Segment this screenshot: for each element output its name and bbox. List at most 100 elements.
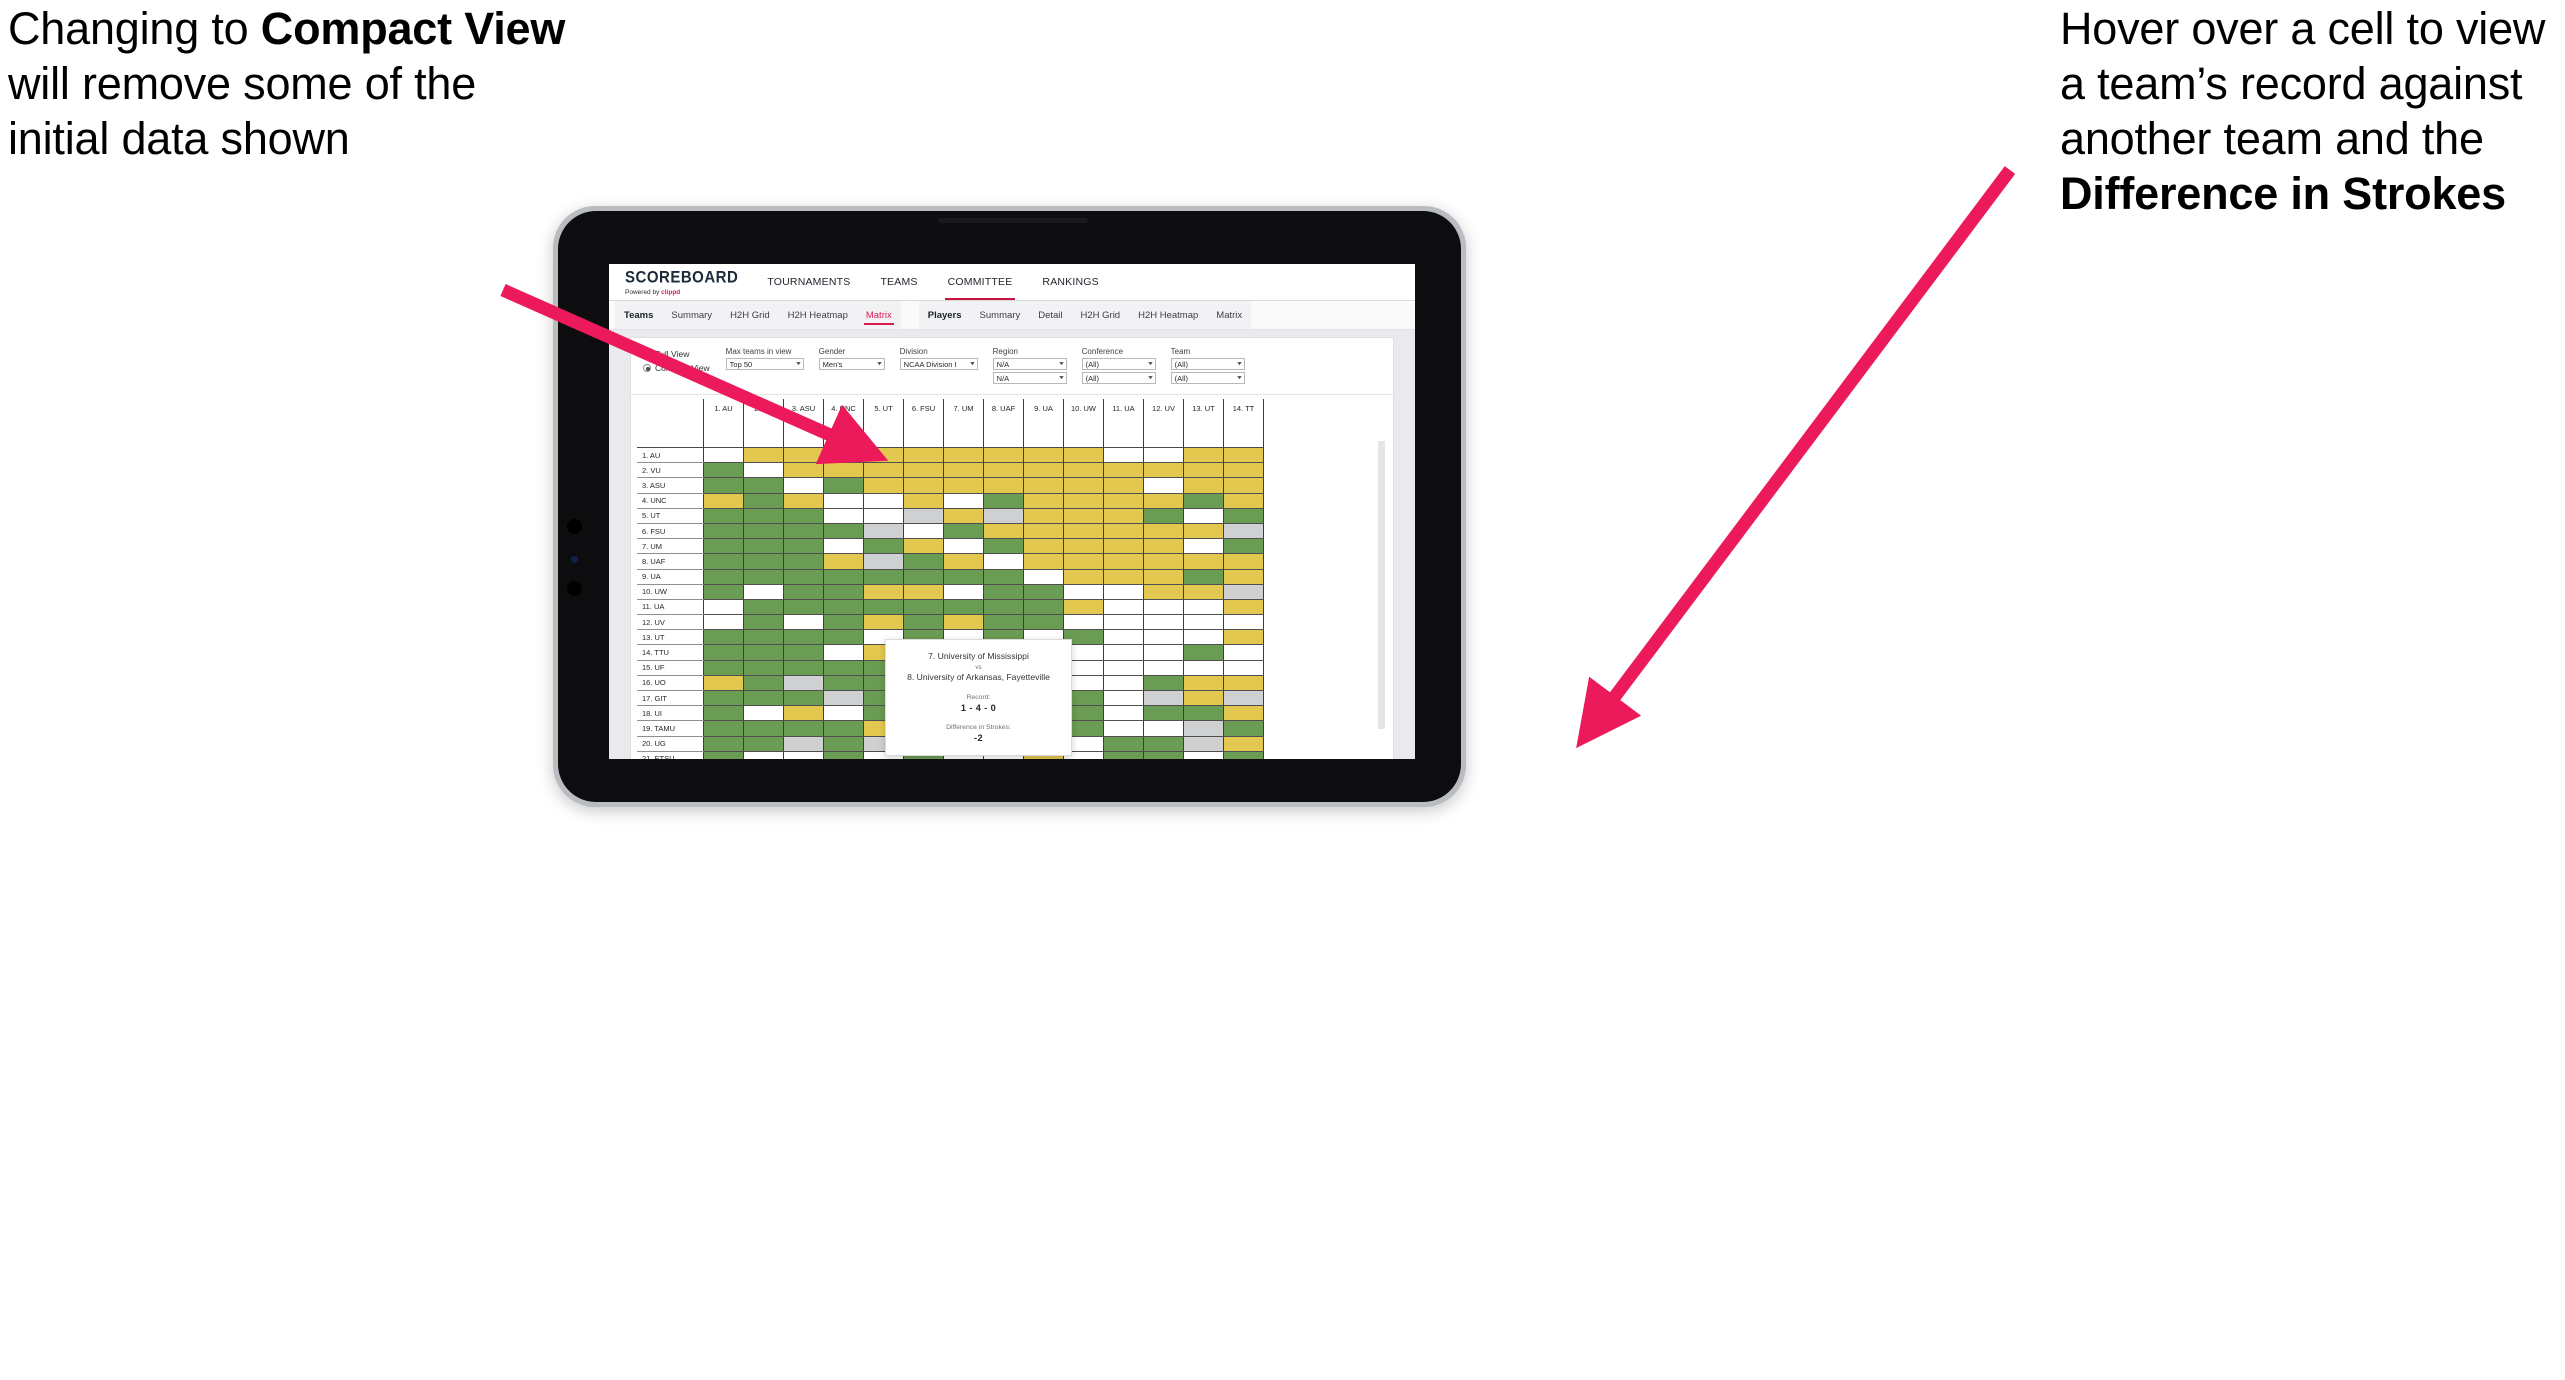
matrix-row-header[interactable]: 20. UG	[637, 736, 704, 752]
matrix-cell[interactable]	[1103, 523, 1144, 540]
matrix-cell[interactable]	[743, 523, 784, 540]
matrix-cell[interactable]	[1103, 599, 1144, 616]
matrix-column-header[interactable]: 11. UA	[1103, 399, 1144, 448]
matrix-cell[interactable]	[1143, 660, 1184, 676]
matrix-cell[interactable]	[743, 599, 784, 616]
matrix-cell[interactable]	[1143, 493, 1184, 509]
matrix-cell[interactable]	[1023, 569, 1064, 585]
matrix-cell[interactable]	[823, 447, 864, 464]
filter-select[interactable]: (All) ▼	[1170, 372, 1245, 384]
matrix-cell[interactable]	[863, 447, 904, 464]
matrix-cell[interactable]	[1223, 751, 1264, 759]
matrix-cell[interactable]	[743, 569, 784, 585]
matrix-cell[interactable]	[743, 614, 784, 631]
matrix-cell[interactable]	[743, 644, 784, 661]
filter-select[interactable]: (All) ▼	[1081, 372, 1156, 384]
tablet-button-bottom[interactable]	[567, 581, 582, 596]
matrix-cell[interactable]	[823, 751, 864, 759]
matrix-cell[interactable]	[903, 538, 944, 555]
matrix-cell[interactable]	[823, 629, 864, 646]
matrix-cell[interactable]	[1223, 523, 1264, 540]
matrix-cell[interactable]	[703, 508, 744, 524]
matrix-cell[interactable]	[1223, 736, 1264, 752]
matrix-cell[interactable]	[983, 569, 1024, 585]
matrix-cell[interactable]	[1223, 508, 1264, 524]
matrix-column-header[interactable]: 4. UNC	[823, 399, 864, 448]
matrix-column-header[interactable]: 10. UW	[1063, 399, 1104, 448]
matrix-vertical-scrollbar[interactable]	[1378, 441, 1385, 729]
matrix-cell[interactable]	[823, 736, 864, 752]
matrix-row-header[interactable]: 17. GIT	[637, 690, 704, 707]
matrix-cell[interactable]	[983, 538, 1024, 555]
matrix-cell[interactable]	[983, 584, 1024, 600]
matrix-cell[interactable]	[1063, 569, 1104, 585]
matrix-cell[interactable]	[783, 690, 824, 707]
matrix-cell[interactable]	[783, 447, 824, 464]
matrix-cell[interactable]	[1183, 508, 1224, 524]
matrix-cell[interactable]	[1223, 569, 1264, 585]
matrix-row-header[interactable]: 9. UA	[637, 569, 704, 585]
matrix-cell[interactable]	[823, 644, 864, 661]
matrix-cell[interactable]	[1023, 447, 1064, 464]
matrix-cell[interactable]	[1023, 538, 1064, 555]
matrix-cell[interactable]	[1103, 569, 1144, 585]
matrix-cell[interactable]	[703, 447, 744, 464]
matrix-row-header[interactable]: 6. FSU	[637, 523, 704, 540]
matrix-cell[interactable]	[1103, 690, 1144, 707]
matrix-cell[interactable]	[1143, 447, 1184, 464]
matrix-cell[interactable]	[863, 614, 904, 631]
matrix-row-header[interactable]: 11. UA	[637, 599, 704, 616]
matrix-cell[interactable]	[1223, 675, 1264, 692]
matrix-cell[interactable]	[1183, 644, 1224, 661]
matrix-column-header[interactable]: 6. FSU	[903, 399, 944, 448]
matrix-cell[interactable]	[1023, 477, 1064, 494]
matrix-cell[interactable]	[983, 477, 1024, 494]
filter-select[interactable]: NCAA Division I ▼	[899, 358, 978, 370]
matrix-cell[interactable]	[1183, 447, 1224, 464]
matrix-cell[interactable]	[1143, 569, 1184, 585]
matrix-cell[interactable]	[1183, 493, 1224, 509]
matrix-row-header[interactable]: 7. UM	[637, 538, 704, 555]
matrix-cell[interactable]	[1223, 493, 1264, 509]
matrix-cell[interactable]	[823, 690, 864, 707]
matrix-cell[interactable]	[863, 477, 904, 494]
matrix-cell[interactable]	[783, 644, 824, 661]
matrix-cell[interactable]	[783, 736, 824, 752]
matrix-row-header[interactable]: 12. UV	[637, 614, 704, 631]
filter-select[interactable]: Top 50 ▼	[725, 358, 804, 370]
matrix-cell[interactable]	[703, 629, 744, 646]
matrix-cell[interactable]	[1183, 705, 1224, 722]
matrix-cell[interactable]	[863, 523, 904, 540]
topnav-item-teams[interactable]: TEAMS	[865, 264, 932, 300]
matrix-cell[interactable]	[863, 599, 904, 616]
matrix-cell[interactable]	[703, 614, 744, 631]
matrix-cell[interactable]	[903, 584, 944, 600]
matrix-cell[interactable]	[943, 462, 984, 479]
matrix-cell[interactable]	[1223, 462, 1264, 479]
matrix-cell[interactable]	[1143, 477, 1184, 494]
matrix-cell[interactable]	[1183, 751, 1224, 759]
matrix-cell[interactable]	[943, 538, 984, 555]
matrix-cell[interactable]	[1143, 462, 1184, 479]
matrix-cell[interactable]	[863, 462, 904, 479]
matrix-cell[interactable]	[1103, 629, 1144, 646]
brand-logo[interactable]: SCOREBOARD Powered by clippd	[609, 264, 752, 300]
matrix-cell[interactable]	[1183, 599, 1224, 616]
matrix-cell[interactable]	[1023, 584, 1064, 600]
matrix-cell[interactable]	[783, 569, 824, 585]
matrix-cell[interactable]	[1023, 614, 1064, 631]
matrix-cell[interactable]	[703, 599, 744, 616]
topnav-item-tournaments[interactable]: TOURNAMENTS	[752, 264, 865, 300]
matrix-cell[interactable]	[1143, 751, 1184, 759]
filter-select[interactable]: Men's ▼	[818, 358, 885, 370]
matrix-cell[interactable]	[823, 508, 864, 524]
matrix-cell[interactable]	[903, 477, 944, 494]
matrix-cell[interactable]	[983, 462, 1024, 479]
matrix-cell[interactable]	[823, 523, 864, 540]
matrix-cell[interactable]	[703, 553, 744, 570]
matrix-cell[interactable]	[743, 751, 784, 759]
radio-compact-view[interactable]: Compact View	[643, 363, 710, 373]
subnav-item-matrix[interactable]: Matrix	[857, 301, 901, 329]
matrix-cell[interactable]	[823, 675, 864, 692]
matrix-cell[interactable]	[1103, 736, 1144, 752]
